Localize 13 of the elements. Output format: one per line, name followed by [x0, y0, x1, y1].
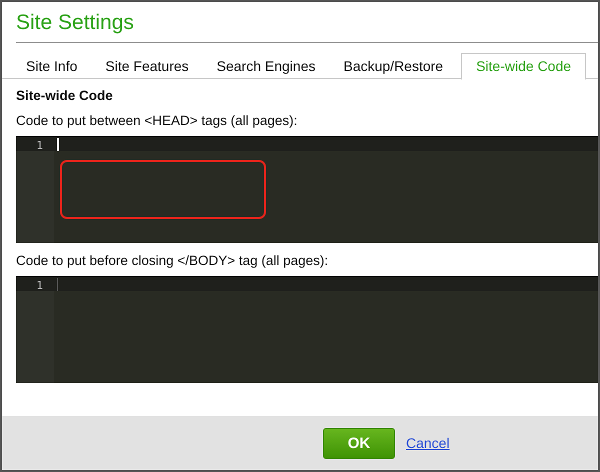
- tab[interactable]: Backup/Restore: [333, 53, 454, 78]
- section-heading: Site-wide Code: [16, 88, 114, 103]
- tab[interactable]: Site Info: [16, 53, 88, 78]
- tab[interactable]: Site Features: [95, 53, 199, 78]
- cancel-link[interactable]: Cancel: [406, 435, 450, 451]
- field-label: Code to put before closing </BODY> tag (all pages):: [16, 253, 330, 268]
- tab[interactable]: Search Engines: [206, 53, 326, 78]
- field-label: Code to put between <HEAD> tags (all pages):: [16, 113, 298, 128]
- code-editor[interactable]: 1: [16, 276, 598, 383]
- line-number: 1: [16, 277, 54, 291]
- line-number: 1: [16, 137, 54, 151]
- code-editor[interactable]: 1: [16, 136, 598, 243]
- window-title: Site Settings: [15, 10, 135, 36]
